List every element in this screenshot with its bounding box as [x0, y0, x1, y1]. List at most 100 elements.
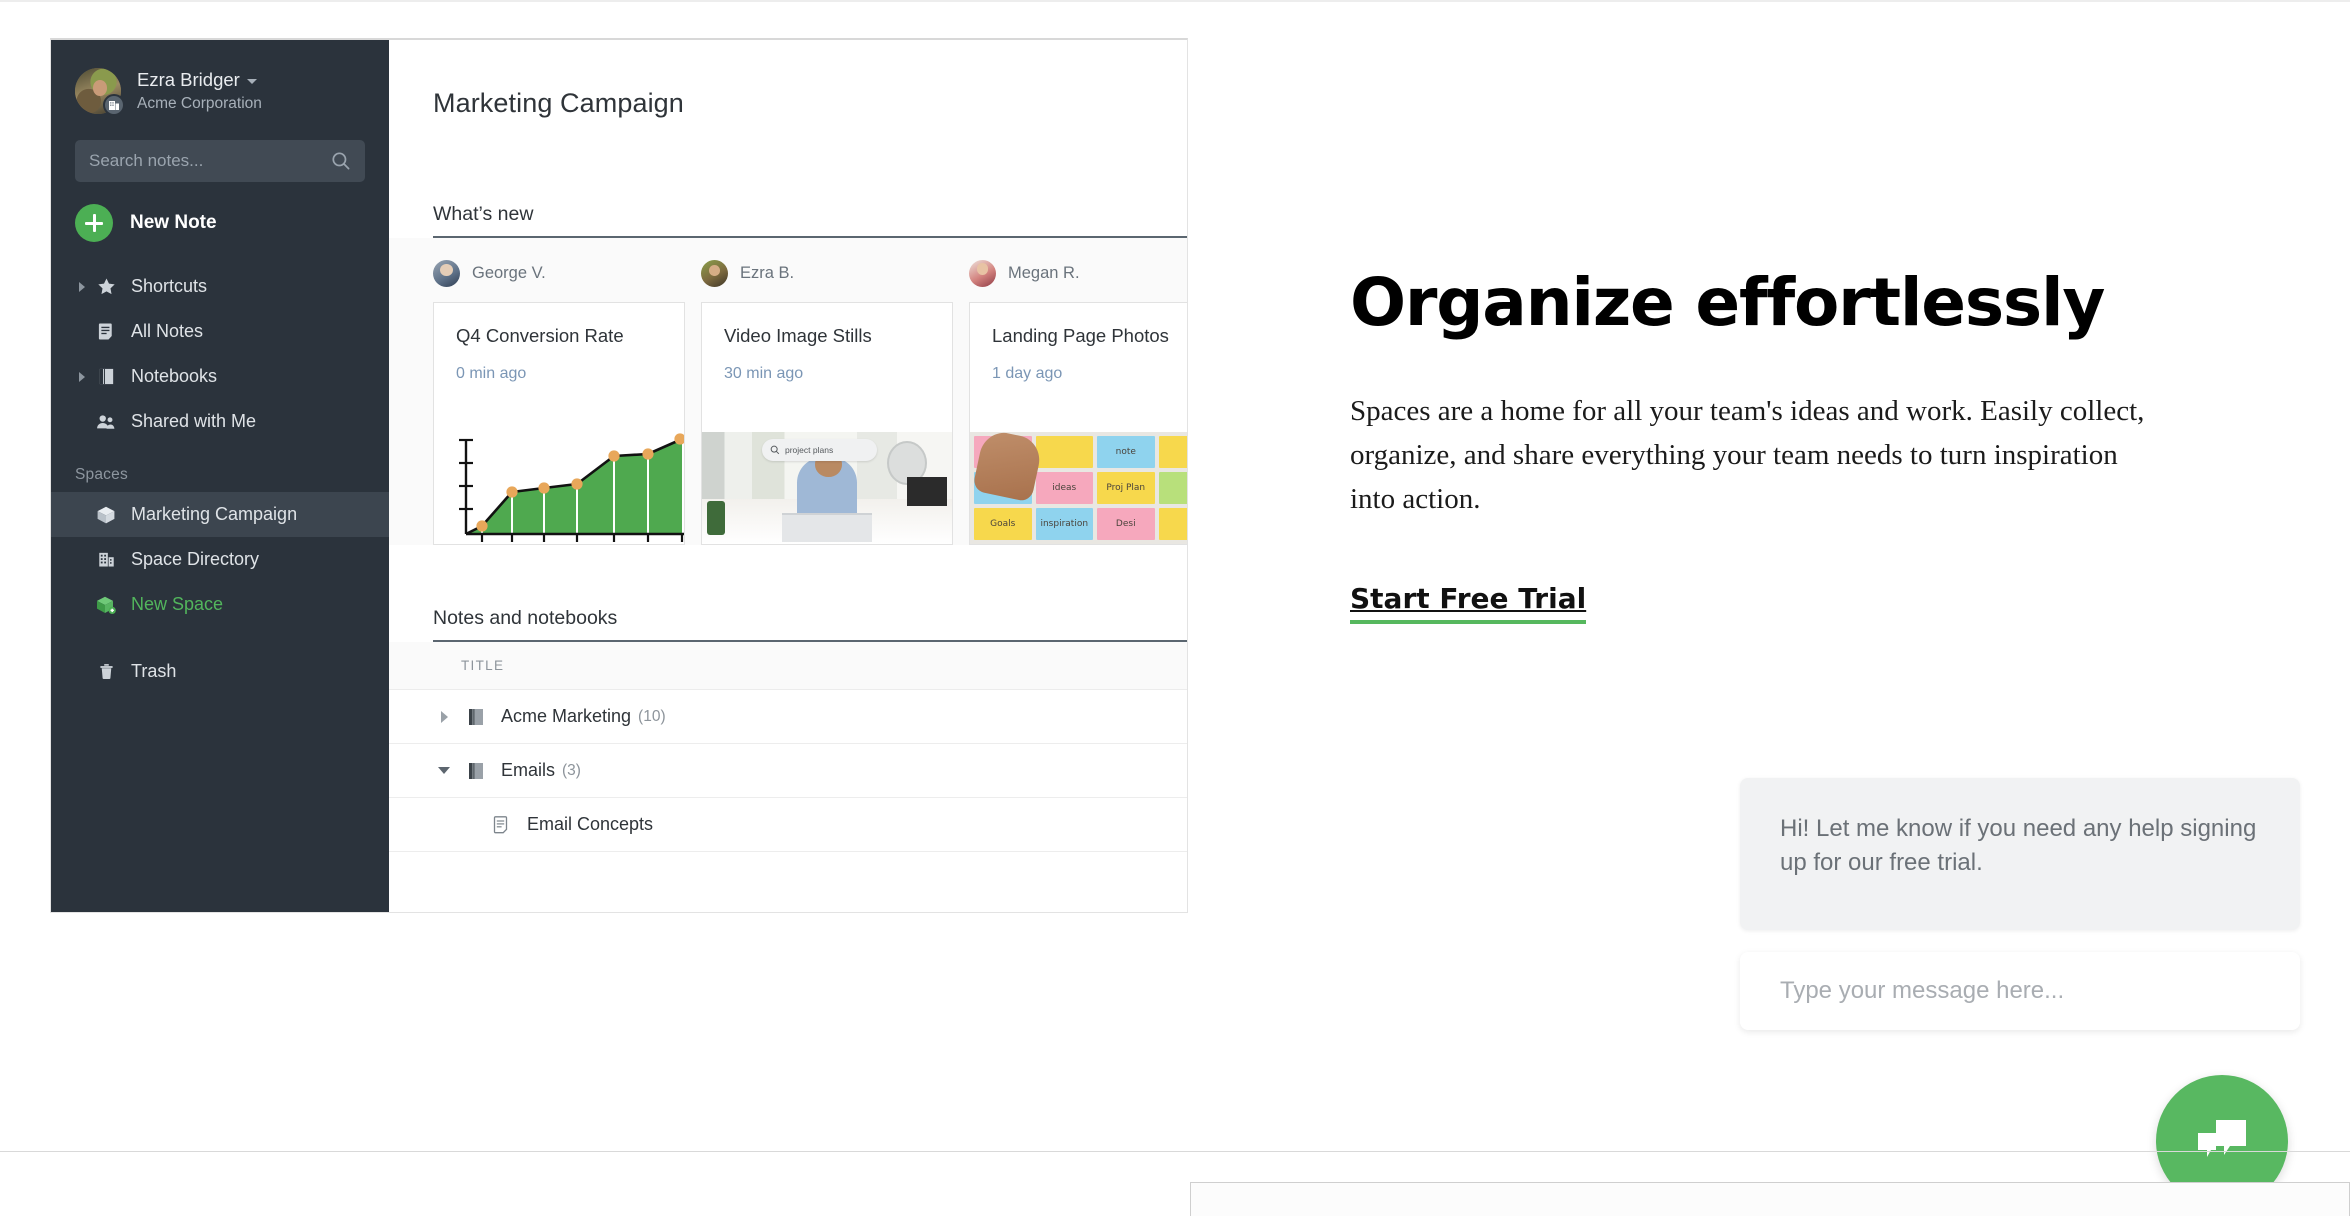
chat-input-placeholder: Type your message here... [1780, 977, 2065, 1004]
page-top-border [0, 0, 2350, 2]
photo-desk: project plans [702, 432, 952, 544]
card-column: Megan R. Landing Page Photos 1 day ago n… [969, 258, 1187, 545]
photo-sticky-notes: note Research ideas Proj Plan Goals insp… [970, 432, 1187, 544]
chevron-right-icon[interactable] [75, 371, 89, 382]
trash-icon [93, 662, 119, 681]
row-count: (3) [562, 761, 581, 779]
star-icon [93, 277, 119, 296]
notes-icon [93, 322, 119, 341]
whats-new-heading: What’s new [433, 203, 534, 225]
card-row: George V. Q4 Conversion Rate 0 min ago E… [389, 238, 1187, 545]
card-title: Video Image Stills [724, 325, 872, 346]
account-switcher[interactable]: Ezra Bridger Acme Corporation [51, 54, 389, 124]
sticky-label: Proj Plan [1097, 472, 1155, 504]
app-window: Ezra Bridger Acme Corporation Search not… [50, 38, 1188, 913]
new-note-button[interactable]: New Note [51, 182, 389, 262]
space-pane: Marketing Campaign What’s new George V. … [389, 40, 1187, 912]
sidebar-item-notebooks[interactable]: Notebooks [51, 354, 389, 399]
chat-input[interactable]: Type your message here... [1740, 952, 2300, 1030]
sidebar-item-label: All Notes [131, 321, 204, 341]
sidebar-item-new-space[interactable]: New Space [51, 582, 389, 627]
people-icon [93, 412, 119, 432]
table-header: TITLE [389, 642, 1187, 690]
search-icon [770, 445, 780, 455]
sticky-label: Desi [1097, 508, 1155, 540]
card-author-name: Ezra B. [740, 263, 795, 282]
sidebar-item-label: Notebooks [131, 366, 218, 386]
card-timestamp: 30 min ago [724, 364, 804, 382]
sidebar-item-shared-with-me[interactable]: Shared with Me [51, 399, 389, 444]
sidebar-item-label: New Space [131, 594, 224, 614]
chat-message-text: Hi! Let me know if you need any help sig… [1780, 815, 2257, 877]
search-placeholder: Search notes... [89, 151, 204, 170]
spaces-section-label: Spaces [75, 466, 128, 483]
card-timestamp: 0 min ago [456, 364, 527, 382]
cube-plus-icon [93, 595, 119, 615]
new-note-label: New Note [130, 212, 217, 233]
avatar[interactable] [75, 68, 125, 116]
whats-new-strip: George V. Q4 Conversion Rate 0 min ago E… [389, 238, 1187, 545]
page-divider [0, 1151, 2350, 1152]
photo-search-text: project plans [785, 444, 834, 455]
card-video-image-stills[interactable]: Video Image Stills 30 min ago project pl… [701, 302, 953, 545]
nav-list: Shortcuts All Notes Notebooks Shared wit… [51, 264, 389, 694]
building-icon [103, 94, 125, 116]
card-landing-page-photos[interactable]: Landing Page Photos 1 day ago note Resea… [969, 302, 1187, 545]
card-q4-conversion-rate[interactable]: Q4 Conversion Rate 0 min ago [433, 302, 685, 545]
sticky-label: ideas [1035, 472, 1093, 504]
chevron-down-icon[interactable] [433, 767, 455, 774]
building-icon [93, 550, 119, 569]
sticky-label: Goals [974, 508, 1032, 540]
chat-message-bubble: Hi! Let me know if you need any help sig… [1740, 778, 2300, 930]
photo-search-overlay: project plans [762, 438, 877, 462]
sidebar-item-label: Space Directory [131, 549, 260, 569]
start-free-trial-link[interactable]: Start Free Trial [1350, 582, 1587, 624]
card-title: Landing Page Photos [992, 325, 1169, 346]
card-author-name: George V. [472, 263, 546, 282]
card-timestamp: 1 day ago [992, 364, 1063, 382]
sticky-label: inspiration [1035, 508, 1093, 540]
chevron-right-icon[interactable] [433, 710, 455, 723]
card-title: Q4 Conversion Rate [456, 325, 624, 346]
sidebar: Ezra Bridger Acme Corporation Search not… [51, 40, 389, 912]
notes-and-notebooks-heading: Notes and notebooks [433, 607, 618, 629]
search-icon[interactable] [331, 151, 351, 171]
note-icon [489, 815, 515, 835]
avatar-ezra [701, 259, 728, 287]
plus-circle-icon [75, 204, 113, 242]
avatar-george [433, 259, 460, 287]
sidebar-item-label: Marketing Campaign [131, 504, 298, 524]
notebook-icon [93, 367, 119, 386]
sidebar-item-label: Shared with Me [131, 411, 257, 431]
account-org: Acme Corporation [137, 95, 262, 113]
sidebar-item-space-directory[interactable]: Space Directory [51, 537, 389, 582]
sidebar-item-shortcuts[interactable]: Shortcuts [51, 264, 389, 309]
sidebar-item-trash[interactable]: Trash [51, 649, 389, 694]
chevron-down-icon[interactable] [246, 78, 257, 84]
promo-heading: Organize effortlessly [1350, 264, 2105, 341]
bottom-panel [1190, 1182, 2350, 1216]
page-title: Marketing Campaign [433, 88, 684, 118]
sticky-label: note [1097, 436, 1155, 468]
avatar-megan [969, 259, 996, 287]
search-input[interactable]: Search notes... [75, 140, 365, 182]
chat-bubbles-icon [2198, 1120, 2246, 1157]
sidebar-item-all-notes[interactable]: All Notes [51, 309, 389, 354]
sidebar-item-label: Trash [131, 661, 177, 681]
card-author: George V. [433, 258, 685, 288]
table-row[interactable]: Emails (3) [389, 744, 1187, 798]
sidebar-item-marketing-campaign[interactable]: Marketing Campaign [51, 492, 389, 537]
table-row[interactable]: Acme Marketing (10) [389, 690, 1187, 744]
notebook-icon [463, 761, 489, 781]
account-name: Ezra Bridger [137, 69, 240, 91]
row-label: Email Concepts [527, 814, 654, 834]
promo-section: Organize effortlessly Spaces are a home … [1350, 268, 2180, 624]
sidebar-item-label: Shortcuts [131, 276, 208, 296]
table-row[interactable]: Email Concepts [389, 798, 1187, 852]
chevron-right-icon[interactable] [75, 281, 89, 292]
card-column: Ezra B. Video Image Stills 30 min ago pr… [701, 258, 953, 545]
area-chart [434, 426, 684, 544]
row-label: Emails [501, 760, 556, 780]
card-column: George V. Q4 Conversion Rate 0 min ago [433, 258, 685, 545]
card-author-name: Megan R. [1008, 263, 1080, 282]
